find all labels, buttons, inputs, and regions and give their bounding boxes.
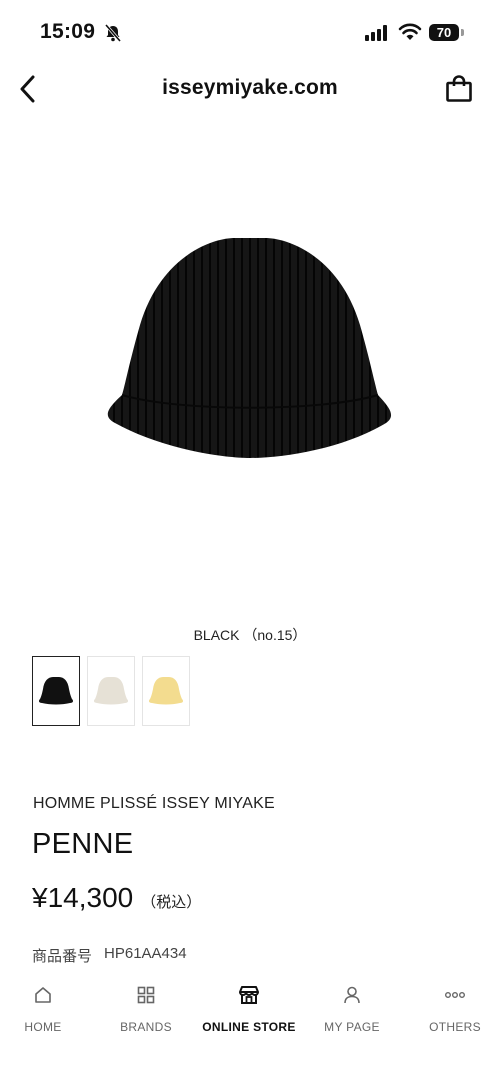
swatch-ivory[interactable] bbox=[87, 656, 135, 726]
status-time: 15:09 bbox=[40, 20, 96, 43]
tab-brands[interactable]: BRANDS bbox=[96, 983, 196, 1043]
grid-icon bbox=[137, 986, 155, 1004]
cart-button[interactable] bbox=[440, 70, 478, 108]
swatch-black[interactable] bbox=[32, 656, 80, 726]
sku-value: HP61AA434 bbox=[104, 945, 187, 962]
back-button[interactable] bbox=[10, 70, 44, 108]
signal-icon bbox=[365, 25, 387, 41]
product-name: PENNE bbox=[32, 828, 134, 860]
person-icon bbox=[344, 986, 360, 1004]
tab-others[interactable]: OTHERS bbox=[405, 983, 500, 1043]
status-bar: 15:09 70 bbox=[0, 0, 500, 64]
tab-others-label: OTHERS bbox=[429, 1020, 481, 1034]
product-image[interactable] bbox=[0, 120, 500, 600]
sku-row: 商品番号 HP61AA434 bbox=[32, 945, 187, 966]
selected-color-label: BLACK （no.15） bbox=[193, 627, 307, 643]
tab-bar: HOME BRANDS ONLINE STORE MY PAGE OTHERS bbox=[0, 975, 500, 1080]
site-title: isseymiyake.com bbox=[162, 76, 338, 99]
product-price: ¥14,300 bbox=[32, 882, 134, 913]
tab-home-label: HOME bbox=[24, 1020, 62, 1034]
tab-brands-label: BRANDS bbox=[120, 1020, 172, 1034]
more-icon bbox=[445, 991, 465, 998]
tab-my-page[interactable]: MY PAGE bbox=[302, 983, 402, 1043]
color-swatches bbox=[32, 656, 190, 726]
home-icon bbox=[35, 987, 51, 1003]
tax-note: （税込） bbox=[141, 894, 202, 911]
tab-my-page-label: MY PAGE bbox=[324, 1020, 380, 1034]
wifi-icon bbox=[398, 23, 422, 40]
store-icon bbox=[239, 986, 259, 1004]
tab-online-store[interactable]: ONLINE STORE bbox=[199, 983, 299, 1043]
product-brand[interactable]: HOMME PLISSÉ ISSEY MIYAKE bbox=[33, 795, 275, 813]
battery-indicator: 70 bbox=[429, 24, 459, 41]
hat-thumbnail-black bbox=[38, 677, 74, 705]
bell-muted-icon bbox=[104, 24, 122, 42]
hat-thumbnail-ivory bbox=[93, 677, 129, 705]
chevron-left-icon bbox=[20, 75, 35, 103]
swatch-yellow[interactable] bbox=[142, 656, 190, 726]
bucket-hat-image bbox=[107, 238, 392, 458]
nav-bar: isseymiyake.com bbox=[0, 64, 500, 114]
sku-label: 商品番号 bbox=[32, 948, 93, 965]
tab-online-store-label: ONLINE STORE bbox=[202, 1020, 296, 1034]
shopping-bag-icon bbox=[446, 75, 472, 102]
price-row: ¥14,300 （税込） bbox=[32, 882, 201, 914]
battery-cap bbox=[461, 29, 464, 36]
hat-thumbnail-yellow bbox=[148, 677, 184, 705]
tab-home[interactable]: HOME bbox=[0, 983, 93, 1043]
